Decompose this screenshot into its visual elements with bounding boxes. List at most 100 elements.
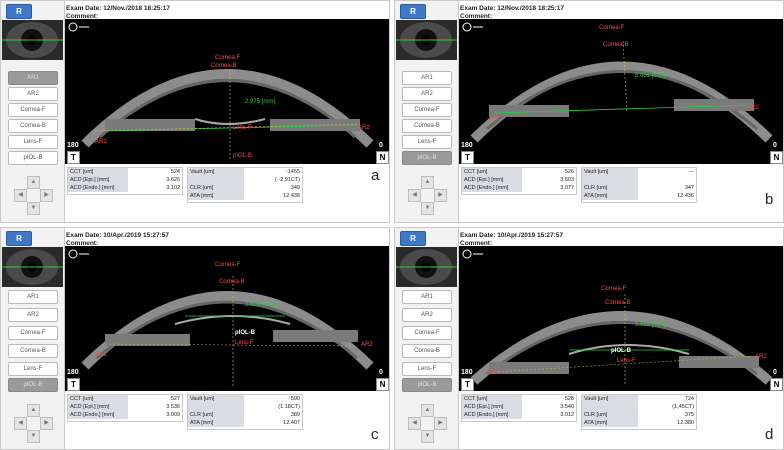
vault-table: Vault [um] 590 (1.18CT) CLR [um] 389 ATA […: [187, 394, 303, 430]
vault-table: Vault [um] --- CLR [um] 347 ATA [mm] 12.436: [581, 167, 697, 203]
eye-toggle-button[interactable]: R: [400, 4, 426, 19]
degree-left: 180: [67, 369, 79, 376]
cornea-f-marker: Cornea-F: [599, 25, 625, 31]
piol-b-button[interactable]: pIOL-B: [402, 151, 452, 165]
cornea-b-button[interactable]: Cornea-B: [8, 344, 58, 358]
arrow-up-icon[interactable]: ▲: [27, 176, 40, 189]
arrow-left-icon[interactable]: ◀: [14, 417, 27, 430]
oct-scan-view[interactable]: Cornea-F Cornea-B 5.051 [mm] AR1 AR2 180…: [459, 19, 783, 164]
ar1-button[interactable]: AR1: [402, 290, 452, 304]
arrow-up-icon[interactable]: ▲: [27, 404, 40, 417]
ar2-button[interactable]: AR2: [8, 87, 58, 101]
nasal-side-box: N: [770, 151, 783, 164]
eye-toggle-button[interactable]: R: [400, 231, 426, 246]
rotation-icon: [462, 249, 472, 259]
piol-b-button[interactable]: pIOL-B: [402, 378, 452, 392]
lens-f-button[interactable]: Lens-F: [402, 362, 452, 376]
cornea-f-button[interactable]: Cornea-F: [8, 326, 58, 340]
eye-thumbnail[interactable]: [396, 20, 457, 60]
lens-f-button[interactable]: Lens-F: [402, 135, 452, 149]
eye-thumbnail[interactable]: [396, 247, 457, 287]
ar1-button[interactable]: AR1: [8, 290, 58, 304]
panel-letter: a: [371, 167, 380, 184]
oct-scan-view[interactable]: Cornea-F Cornea-B 5.958 [mm] pIOL-B Lens…: [459, 246, 783, 391]
arrow-down-icon[interactable]: ▼: [27, 430, 40, 443]
ar1-button[interactable]: AR1: [8, 71, 58, 85]
exam-date: Exam Date: 10/Apr./2019 15:27:57: [460, 232, 563, 239]
nasal-side-box: N: [376, 151, 389, 164]
exam-date: Exam Date: 12/Nov./2018 18:25:17: [460, 5, 564, 12]
sidebar: R AR1 AR2 Cornea-F Cornea-B Lens-F pIOL-…: [1, 228, 65, 449]
cornea-f-button[interactable]: Cornea-F: [402, 103, 452, 117]
panel-letter: c: [371, 426, 379, 443]
eye-thumbnail[interactable]: [2, 20, 63, 60]
eye-image-icon: [396, 22, 457, 58]
arrow-down-icon[interactable]: ▼: [27, 202, 40, 215]
oct-scan-image: Cornea-F Cornea-B 3.699 [mm] pIOL-B Lens…: [68, 249, 374, 386]
lens-f-button[interactable]: Lens-F: [8, 362, 58, 376]
piol-b-button[interactable]: pIOL-B: [8, 378, 58, 392]
piol-b-marker: pIOL-B: [611, 348, 632, 354]
ar2-button[interactable]: AR2: [402, 308, 452, 322]
ar2-marker: AR2: [755, 354, 767, 360]
arrow-right-icon[interactable]: ▶: [434, 189, 447, 202]
arrow-left-icon[interactable]: ◀: [14, 189, 27, 202]
direction-pad: ▲ ◀ ▶ ▼: [408, 404, 447, 443]
lens-f-marker: Lens-F: [235, 340, 254, 346]
nasal-side-box: N: [376, 378, 389, 391]
lens-f-button[interactable]: Lens-F: [8, 135, 58, 149]
eye-label: R: [410, 7, 416, 16]
vault-table: Vault [um] -1455 ( -2.91CT) CLR [um] 349 A…: [187, 167, 303, 203]
eye-image-icon: [2, 22, 63, 58]
cornea-b-button[interactable]: Cornea-B: [402, 119, 452, 133]
cornea-b-marker: Cornea-B: [219, 279, 245, 285]
arrow-down-icon[interactable]: ▼: [421, 202, 434, 215]
arrow-left-icon[interactable]: ◀: [408, 417, 421, 430]
temporal-side-box: T: [461, 378, 474, 391]
eye-label: R: [16, 7, 22, 16]
ar1-button[interactable]: AR1: [402, 71, 452, 85]
arrow-up-icon[interactable]: ▲: [421, 176, 434, 189]
eye-thumbnail[interactable]: [2, 247, 63, 287]
ar2-button[interactable]: AR2: [8, 308, 58, 322]
cornea-f-button[interactable]: Cornea-F: [8, 103, 58, 117]
cornea-b-button[interactable]: Cornea-B: [402, 344, 452, 358]
piol-b-button[interactable]: pIOL-B: [8, 151, 58, 165]
measure-label: 5.051 [mm]: [635, 73, 665, 79]
panel-c: R AR1 AR2 Cornea-F Cornea-B Lens-F pIOL-…: [0, 227, 390, 450]
rotation-icon: [462, 22, 472, 32]
sidebar: R AR1 AR2 Cornea-F Cornea-B Lens-F pIOL-…: [395, 1, 459, 222]
acd-table: CCT [um] 528 ACD [Epi.] [mm] 3.540 ACD [En…: [461, 394, 577, 422]
cornea-f-button[interactable]: Cornea-F: [402, 326, 452, 340]
nasal-side-box: N: [770, 378, 783, 391]
arrow-right-icon[interactable]: ▶: [40, 417, 53, 430]
degree-left: 180: [461, 369, 473, 376]
temporal-side-box: T: [461, 151, 474, 164]
eye-label: R: [16, 234, 22, 243]
ar1-marker: AR1: [487, 370, 499, 376]
ar2-button[interactable]: AR2: [402, 87, 452, 101]
eye-toggle-button[interactable]: R: [6, 231, 32, 246]
oct-scan-view[interactable]: Cornea-F Cornea-B 3.699 [mm] pIOL-B Lens…: [65, 246, 389, 391]
lens-f-marker: Lens-F: [617, 358, 636, 364]
arrow-down-icon[interactable]: ▼: [421, 430, 434, 443]
lens-f-marker: Lens-F: [233, 125, 252, 131]
cornea-b-button[interactable]: Cornea-B: [8, 119, 58, 133]
arrow-right-icon[interactable]: ▶: [434, 417, 447, 430]
direction-pad: ▲ ◀ ▶ ▼: [14, 176, 53, 215]
arrow-up-icon[interactable]: ▲: [421, 404, 434, 417]
ar2-marker: AR2: [361, 342, 373, 348]
arrow-left-icon[interactable]: ◀: [408, 189, 421, 202]
eye-image-icon: [396, 249, 457, 285]
oct-scan-view[interactable]: Cornea-F Cornea-B 2.975 [mm] AR1 AR2 Len…: [65, 19, 389, 164]
eye-label: R: [410, 234, 416, 243]
measure-label: 5.958 [mm]: [635, 322, 665, 328]
degree-right: 0: [773, 142, 777, 149]
direction-pad: ▲ ◀ ▶ ▼: [14, 404, 53, 443]
acd-table: CCT [um] 524 ACD [Epi.] [mm] 3.626 ACD [En…: [67, 167, 183, 195]
cornea-b-marker: Cornea-B: [605, 300, 631, 306]
ar2-marker: AR2: [747, 105, 759, 111]
acd-table: CCT [um] 526 ACD [Epi.] [mm] 3.603 ACD [En…: [461, 167, 577, 195]
arrow-right-icon[interactable]: ▶: [40, 189, 53, 202]
eye-toggle-button[interactable]: R: [6, 4, 32, 19]
